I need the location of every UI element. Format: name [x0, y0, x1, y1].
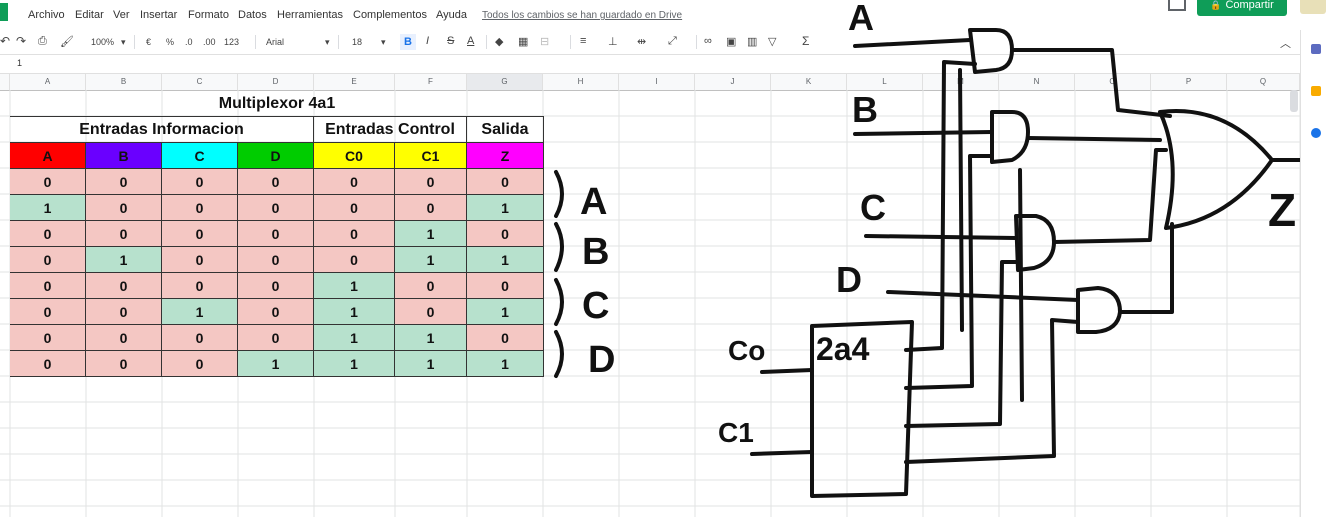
- input-label-a: A: [848, 0, 874, 38]
- brace-c: [554, 278, 564, 326]
- brace-b: [554, 222, 564, 272]
- brace-label-c: C: [582, 285, 609, 327]
- control-label-c1: C1: [718, 417, 754, 448]
- decoder-label: 2a4: [816, 331, 870, 367]
- wire-b: [853, 130, 1162, 142]
- wire-c0: [760, 368, 814, 374]
- output-label-z: Z: [1268, 184, 1296, 236]
- or-gate: [1158, 109, 1274, 230]
- tasks-icon[interactable]: [1311, 128, 1321, 138]
- input-label-c: C: [860, 187, 886, 228]
- wire-a: [853, 38, 1172, 118]
- brace-a: [554, 170, 564, 218]
- handwritten-drawing: A B C D A B C D Co C1 2a4 Z: [554, 0, 1324, 498]
- side-panel: [1300, 30, 1329, 517]
- input-label-b: B: [852, 89, 878, 130]
- and-gate-4: [1076, 286, 1122, 334]
- wire-c1: [750, 450, 814, 456]
- brace-label-b: B: [582, 231, 609, 273]
- brace-d: [554, 330, 564, 378]
- calendar-icon[interactable]: [1311, 44, 1321, 54]
- brace-label-a: A: [580, 181, 607, 223]
- and-gate-1: [968, 28, 1014, 74]
- keep-icon[interactable]: [1311, 86, 1321, 96]
- control-label-c0: Co: [728, 335, 765, 366]
- and-gate-2: [990, 110, 1030, 164]
- brace-label-d: D: [588, 339, 615, 381]
- input-label-d: D: [836, 259, 862, 300]
